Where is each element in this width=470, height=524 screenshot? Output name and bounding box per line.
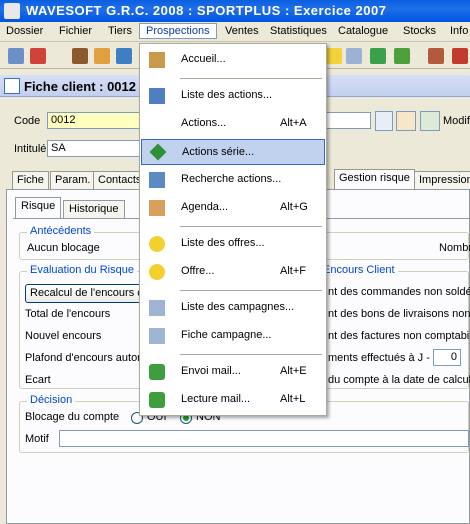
code-field[interactable]: 0012 xyxy=(47,112,147,129)
antecedents-nombre: Nombr xyxy=(439,242,470,254)
spin-arrows-icon[interactable] xyxy=(375,111,393,131)
menu-item-envoi-mail[interactable]: Envoi mail... Alt+E xyxy=(141,359,325,385)
menu-info[interactable]: Info xyxy=(450,25,468,37)
user-icon[interactable] xyxy=(116,48,132,64)
home-icon[interactable] xyxy=(396,111,416,131)
ecart-label: Ecart xyxy=(25,374,51,386)
intitule-label: Intitulé xyxy=(14,143,47,155)
tab-gestion-risque[interactable]: Gestion risque xyxy=(334,169,415,190)
decision-title: Décision xyxy=(27,394,76,406)
encours-client-title: Encours Client xyxy=(320,264,398,276)
plafond-label: Plafond d'encours autori xyxy=(25,352,144,364)
offer-icon xyxy=(149,264,165,280)
blocage-label: Blocage du compte xyxy=(25,411,120,423)
menu-item-liste-offres[interactable]: Liste des offres... xyxy=(141,231,325,257)
star-icon[interactable] xyxy=(326,48,342,64)
app-icon xyxy=(4,3,20,19)
menu-item-agenda[interactable]: Agenda... Alt+G xyxy=(141,195,325,221)
tab-fiche[interactable]: Fiche xyxy=(12,171,49,189)
menu-dossier[interactable]: Dossier xyxy=(6,25,43,37)
total-encours-label: Total de l'encours xyxy=(25,308,111,320)
menu-item-lecture-mail[interactable]: Lecture mail... Alt+L xyxy=(141,387,325,413)
menu-item-actions-serie[interactable]: Actions série... xyxy=(141,139,325,165)
intitule-field[interactable]: SA xyxy=(47,140,147,157)
modif-label: Modifi xyxy=(443,115,470,127)
read-mail-icon xyxy=(149,392,165,408)
code-field-extension[interactable] xyxy=(325,112,371,129)
commandes-label: nt des commandes non soldées xyxy=(328,286,470,298)
bons-livraison-label: nt des bons de livraisons non so xyxy=(328,308,470,320)
title-bar: WAVESOFT G.R.C. 2008 : SPORTPLUS : Exerc… xyxy=(0,0,470,22)
menu-catalogue[interactable]: Catalogue xyxy=(338,25,388,37)
menu-statistiques[interactable]: Statistiques xyxy=(270,25,327,37)
campaigns-list-icon xyxy=(149,300,165,316)
edit-icon[interactable] xyxy=(8,48,24,64)
motif-field[interactable] xyxy=(59,430,469,447)
evaluation-title: Evaluation du Risque xyxy=(27,264,137,276)
menu-prospections[interactable]: Prospections xyxy=(139,23,217,39)
home-icon xyxy=(149,52,165,68)
handshake-icon[interactable] xyxy=(94,48,110,64)
delete-icon[interactable] xyxy=(30,48,46,64)
globe-icon[interactable] xyxy=(370,48,386,64)
window-title: Fiche client : 0012 xyxy=(24,79,136,94)
grid-icon[interactable] xyxy=(428,48,444,64)
motif-label: Motif xyxy=(25,433,49,445)
menu-item-accueil[interactable]: Accueil... xyxy=(141,47,325,73)
solde-compte-label: du compte à la date de calcul xyxy=(328,374,470,386)
save-icon[interactable] xyxy=(394,48,410,64)
send-mail-icon xyxy=(149,364,165,380)
antecedents-title: Antécédents xyxy=(27,225,95,237)
menu-item-liste-campagnes[interactable]: Liste des campagnes... xyxy=(141,295,325,321)
menu-item-fiche-campagne[interactable]: Fiche campagne... xyxy=(141,323,325,349)
campaign-icon xyxy=(149,328,165,344)
factures-label: nt des factures non comptabili xyxy=(328,330,470,342)
app-title: WAVESOFT G.R.C. 2008 : SPORTPLUS : Exerc… xyxy=(26,3,387,18)
antecedents-text: Aucun blocage xyxy=(27,242,100,254)
recalcul-button[interactable]: Recalcul de l'encours c xyxy=(25,284,145,303)
agenda-icon xyxy=(149,200,165,216)
paiements-label: ments effectués à J - xyxy=(328,352,430,364)
subtab-risque[interactable]: Risque xyxy=(15,197,62,218)
offers-list-icon xyxy=(149,236,165,252)
menu-tiers[interactable]: Tiers xyxy=(108,25,132,37)
code-label: Code xyxy=(14,115,41,127)
menu-item-offre[interactable]: Offre... Alt+F xyxy=(141,259,325,285)
actions-list-icon xyxy=(149,88,165,104)
exit-icon[interactable] xyxy=(452,48,468,64)
menu-item-actions[interactable]: Actions... Alt+A xyxy=(141,111,325,137)
menu-item-recherche-actions[interactable]: Recherche actions... xyxy=(141,167,325,193)
window-icon xyxy=(4,78,20,94)
subtab-historique[interactable]: Historique xyxy=(63,200,125,218)
menu-fichier[interactable]: Fichier xyxy=(59,25,92,37)
menu-bar: Dossier Fichier Tiers Prospections Vente… xyxy=(0,22,470,42)
nouvel-encours-label: Nouvel encours xyxy=(25,330,102,342)
people-icon[interactable] xyxy=(72,48,88,64)
document-icon[interactable] xyxy=(346,48,362,64)
days-field[interactable]: 0 xyxy=(433,349,461,366)
series-icon xyxy=(149,143,167,161)
link-icon[interactable] xyxy=(420,111,440,131)
menu-ventes[interactable]: Ventes xyxy=(225,25,259,37)
tab-impression[interactable]: Impression xyxy=(414,171,470,189)
search-actions-icon xyxy=(149,172,165,188)
menu-stocks[interactable]: Stocks xyxy=(403,25,436,37)
prospections-menu: Accueil... Liste des actions... Actions.… xyxy=(139,43,327,416)
menu-item-liste-actions[interactable]: Liste des actions... xyxy=(141,83,325,109)
tab-param[interactable]: Param. xyxy=(50,171,96,189)
